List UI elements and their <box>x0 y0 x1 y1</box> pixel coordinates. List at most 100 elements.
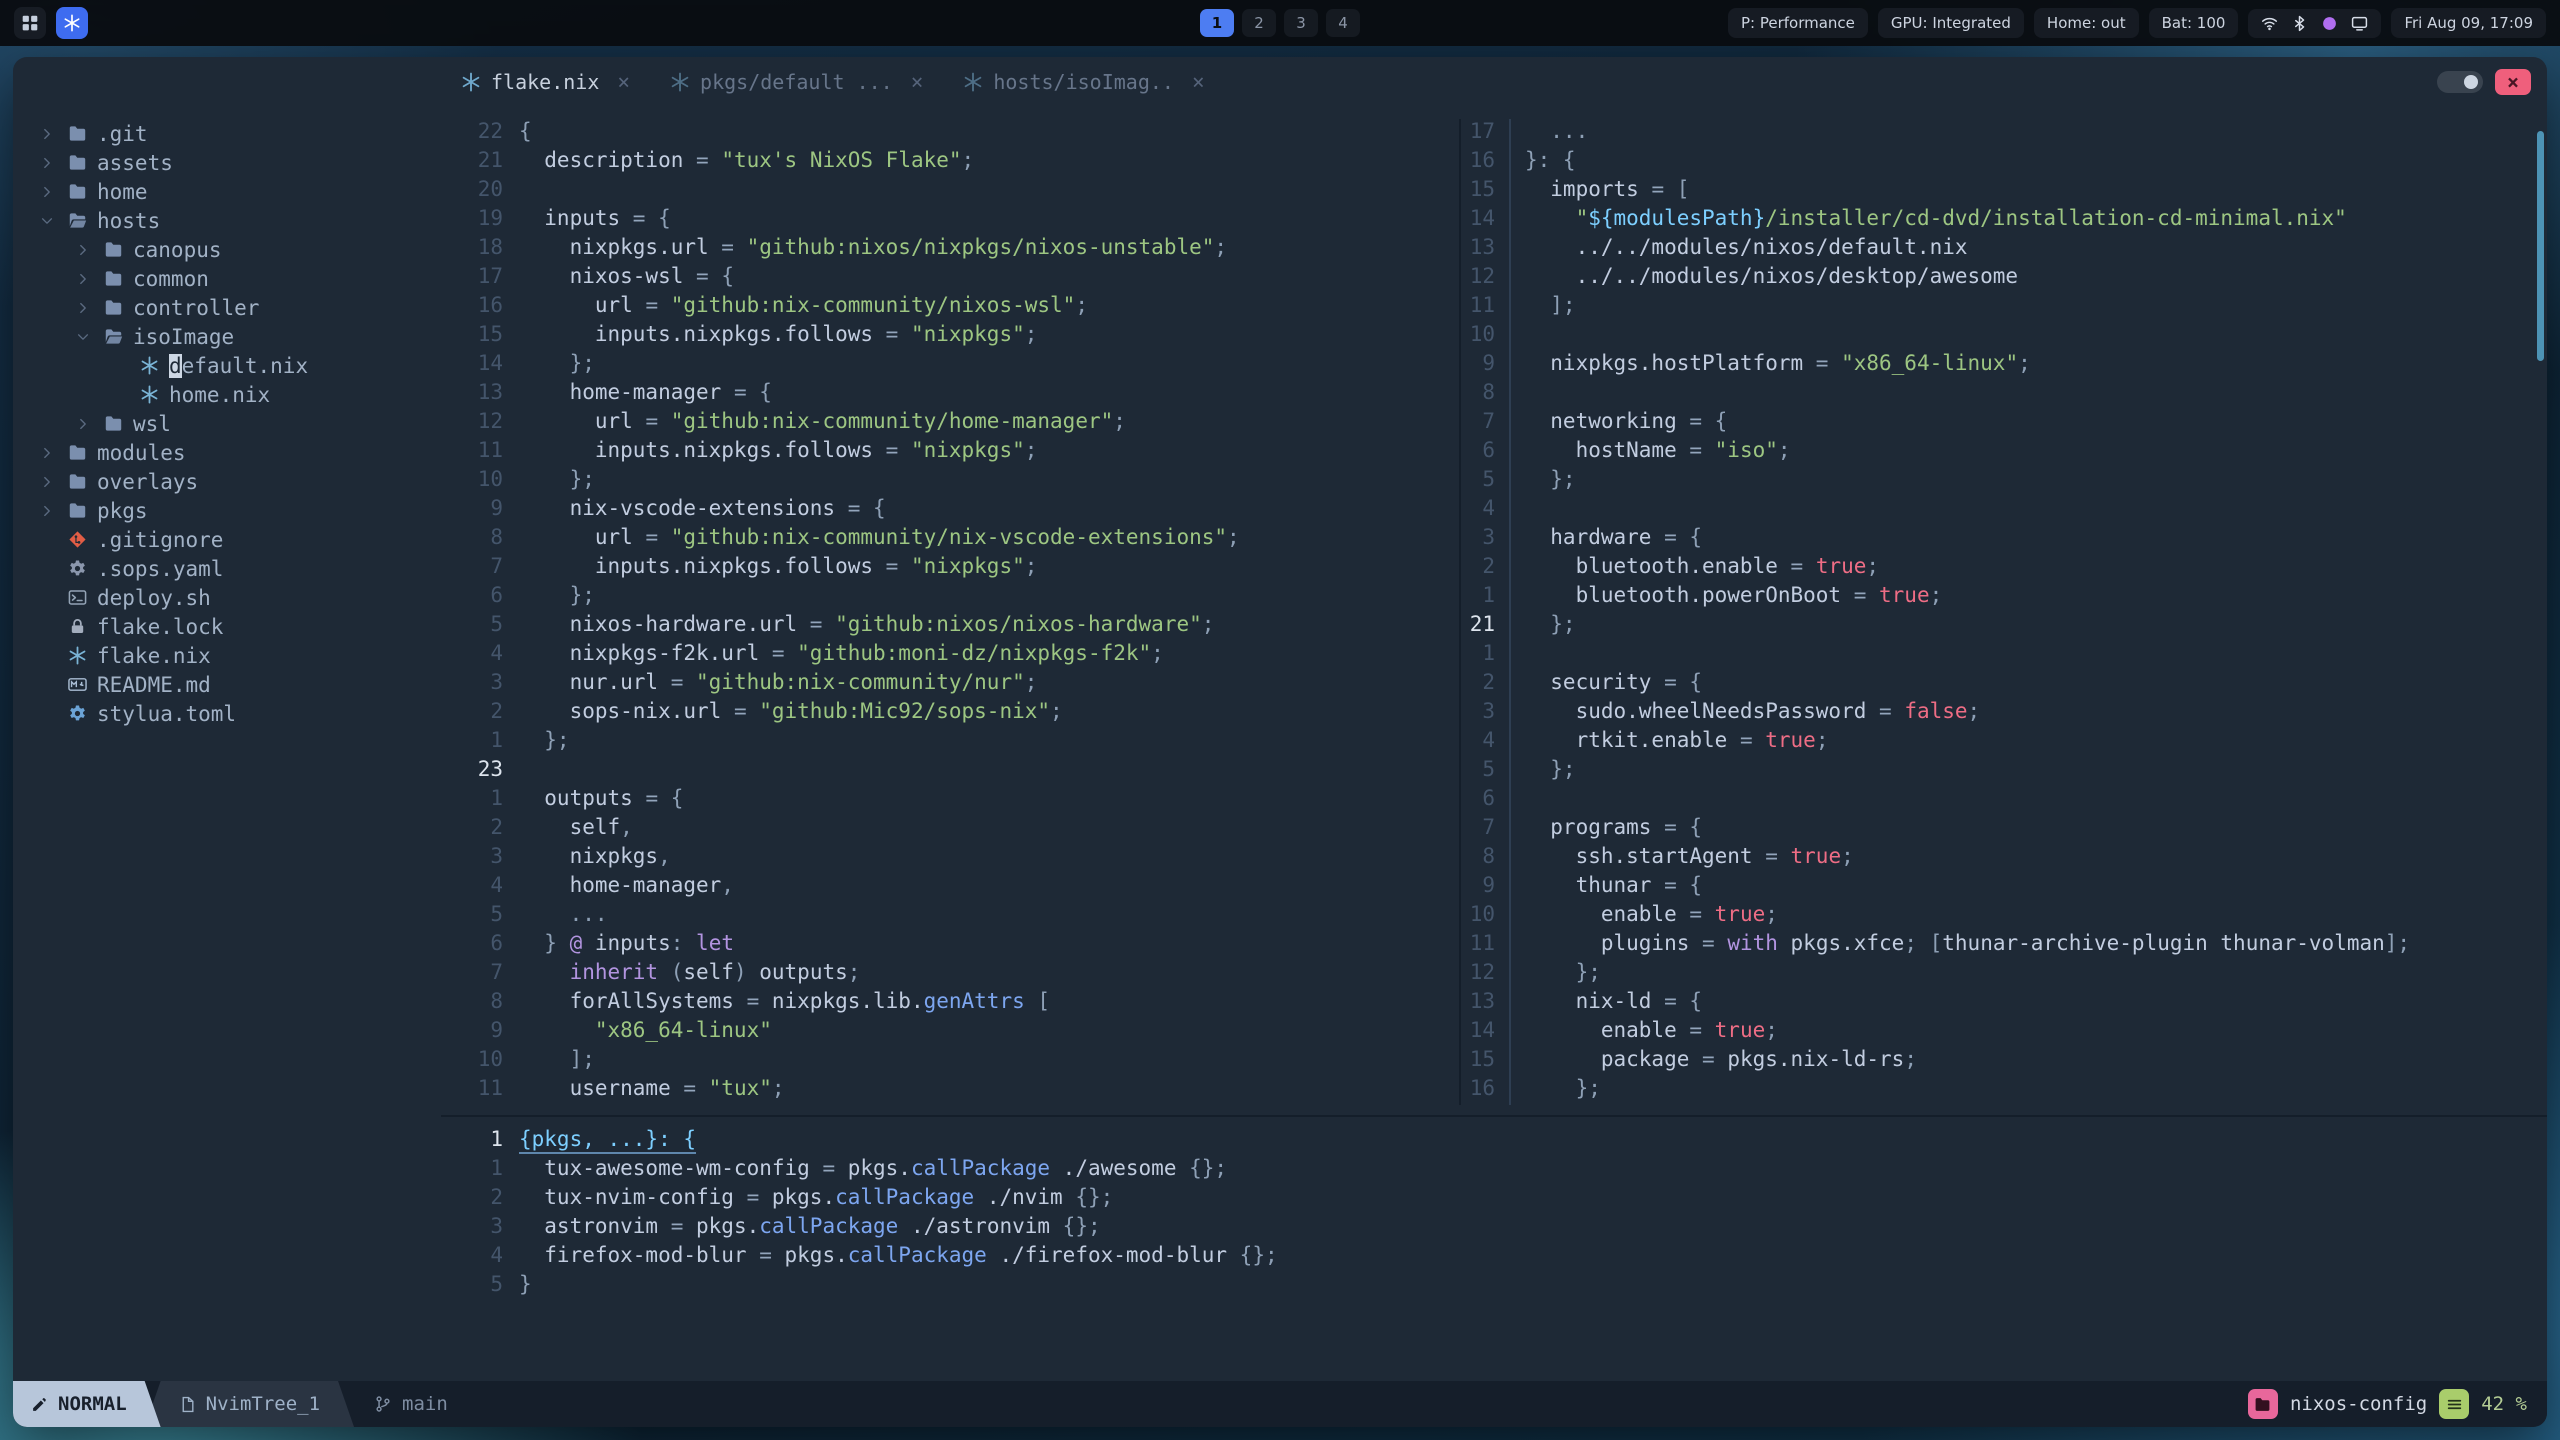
tree-item-label: .sops.yaml <box>97 556 224 581</box>
editor-left-split[interactable]: 22{21 description = "tux's NixOS Flake";… <box>441 119 1459 1105</box>
tab-close-icon[interactable]: × <box>1192 70 1205 94</box>
code-line: 1 outputs = { <box>441 786 1459 815</box>
tree-item[interactable]: flake.nix <box>13 641 441 670</box>
code-text: astronvim = pkgs.callPackage ./astronvim… <box>519 1214 1101 1238</box>
code-line: 9 nixpkgs.hostPlatform = "x86_64-linux"; <box>1461 351 2547 380</box>
window-toggle[interactable] <box>2437 71 2483 93</box>
line-number: 13 <box>477 380 503 404</box>
code-text: "${modulesPath}/installer/cd-dvd/install… <box>1525 206 2347 230</box>
line-number: 20 <box>477 177 503 201</box>
code-line: 2 security = { <box>1461 670 2547 699</box>
tree-item[interactable]: stylua.toml <box>13 699 441 728</box>
scroll-percent: 42 % <box>2481 1393 2527 1415</box>
line-number: 5 <box>490 1272 503 1296</box>
code-line: 5 nixos-hardware.url = "github:nixos/nix… <box>441 612 1459 641</box>
line-number: 6 <box>490 583 503 607</box>
buffer-tab[interactable]: pkgs/default ... × <box>650 57 943 107</box>
tab-close-icon[interactable]: × <box>911 70 924 94</box>
tree-item[interactable]: deploy.sh <box>13 583 441 612</box>
code-text: firefox-mod-blur = pkgs.callPackage ./fi… <box>519 1243 1278 1267</box>
code-line: 5 }; <box>1461 757 2547 786</box>
tree-item[interactable]: modules <box>13 438 441 467</box>
line-number: 9 <box>490 496 503 520</box>
tree-item[interactable]: pkgs <box>13 496 441 525</box>
code-line: 9 "x86_64-linux" <box>441 1018 1459 1047</box>
tree-item[interactable]: README.md <box>13 670 441 699</box>
code-text: inputs.nixpkgs.follows = "nixpkgs"; <box>519 554 1038 578</box>
scrollbar[interactable] <box>2537 131 2544 361</box>
nvimtree-file-explorer[interactable]: .git assets home hosts canopus common controll… <box>13 107 441 1381</box>
buffer-tabs: flake.nix × pkgs/default ... × hosts/isoImag… <box>441 57 1225 107</box>
tree-item[interactable]: home.nix <box>13 380 441 409</box>
record-icon[interactable] <box>2321 15 2338 32</box>
line-number: 10 <box>477 1047 503 1071</box>
chevron-right-icon <box>37 124 57 144</box>
tab-close-icon[interactable]: × <box>617 70 630 94</box>
tree-item[interactable]: isoImage <box>13 322 441 351</box>
tree-item-label: hosts <box>97 208 161 233</box>
tree-item[interactable]: .sops.yaml <box>13 554 441 583</box>
tree-item-label: pkgs <box>97 498 148 523</box>
code-line: 16 }; <box>1461 1076 2547 1105</box>
pencil-icon <box>31 1396 48 1413</box>
line-number: 6 <box>1461 438 1511 467</box>
code-line: 20 <box>441 177 1459 206</box>
code-text: }; <box>519 583 595 607</box>
line-number: 1 <box>490 728 503 752</box>
line-number: 4 <box>490 873 503 897</box>
code-line: 21 description = "tux's NixOS Flake"; <box>441 148 1459 177</box>
line-number: 11 <box>1461 931 1511 960</box>
workspace-button[interactable]: 2 <box>1242 9 1276 37</box>
tree-item[interactable]: home <box>13 177 441 206</box>
display-icon[interactable] <box>2351 15 2368 32</box>
code-line: 14 "${modulesPath}/installer/cd-dvd/inst… <box>1461 206 2547 235</box>
tree-item[interactable]: canopus <box>13 235 441 264</box>
line-number: 3 <box>490 1214 503 1238</box>
tree-item[interactable]: overlays <box>13 467 441 496</box>
code-text: inputs.nixpkgs.follows = "nixpkgs"; <box>519 438 1038 462</box>
line-number: 11 <box>477 1076 503 1100</box>
statusline: NORMAL NvimTree_1 main nixos-config 42 % <box>13 1381 2547 1427</box>
tree-item[interactable]: hosts <box>13 206 441 235</box>
buffer-tab[interactable]: hosts/isoImag.. × <box>943 57 1224 107</box>
tree-item[interactable]: flake.lock <box>13 612 441 641</box>
editor-bottom-split[interactable]: 1 {pkgs, ...}: {1 tux-awesome-wm-config =… <box>441 1117 2547 1381</box>
line-number: 21 <box>1461 612 1511 641</box>
code-text: networking = { <box>1525 409 1728 433</box>
apps-launcher-button[interactable] <box>14 7 46 39</box>
scroll-lines-icon <box>2439 1389 2470 1419</box>
wifi-icon[interactable] <box>2261 15 2278 32</box>
tree-item[interactable]: controller <box>13 293 441 322</box>
code-line: 4 firefox-mod-blur = pkgs.callPackage ./… <box>441 1243 2547 1272</box>
code-line: 3 nixpkgs, <box>441 844 1459 873</box>
code-text: rtkit.enable = true; <box>1525 728 1829 752</box>
workspace-button[interactable]: 4 <box>1326 9 1360 37</box>
code-text: nur.url = "github:nix-community/nur"; <box>519 670 1038 694</box>
editor-right-split[interactable]: 17 ... 16}: {15 imports = [14 "${modulesP… <box>1461 119 2547 1105</box>
code-text: nixpkgs.hostPlatform = "x86_64-linux"; <box>1525 351 2031 375</box>
code-text: ... <box>519 902 608 926</box>
workspace-button[interactable]: 1 <box>1200 9 1234 37</box>
tree-item-label: controller <box>133 295 260 320</box>
window-close-button[interactable]: × <box>2495 69 2531 95</box>
folder-icon <box>66 123 88 145</box>
tree-item[interactable]: .gitignore <box>13 525 441 554</box>
bluetooth-icon[interactable] <box>2291 15 2308 32</box>
tree-item[interactable]: .git <box>13 119 441 148</box>
workspace-button[interactable]: 3 <box>1284 9 1318 37</box>
logo-button[interactable] <box>56 7 88 39</box>
tree-item[interactable]: assets <box>13 148 441 177</box>
tree-item[interactable]: common <box>13 264 441 293</box>
buffer-tab[interactable]: flake.nix × <box>441 57 650 107</box>
code-line: 10 }; <box>441 467 1459 496</box>
tree-item[interactable]: wsl <box>13 409 441 438</box>
tree-item-label: .git <box>97 121 148 146</box>
code-text: ... <box>1525 119 1589 143</box>
line-number: 13 <box>1461 989 1511 1018</box>
chevron-right-icon <box>37 153 57 173</box>
tree-item[interactable]: default.nix <box>13 351 441 380</box>
code-line: 12 ../../modules/nixos/desktop/awesome <box>1461 264 2547 293</box>
window-controls: × <box>2437 69 2547 95</box>
